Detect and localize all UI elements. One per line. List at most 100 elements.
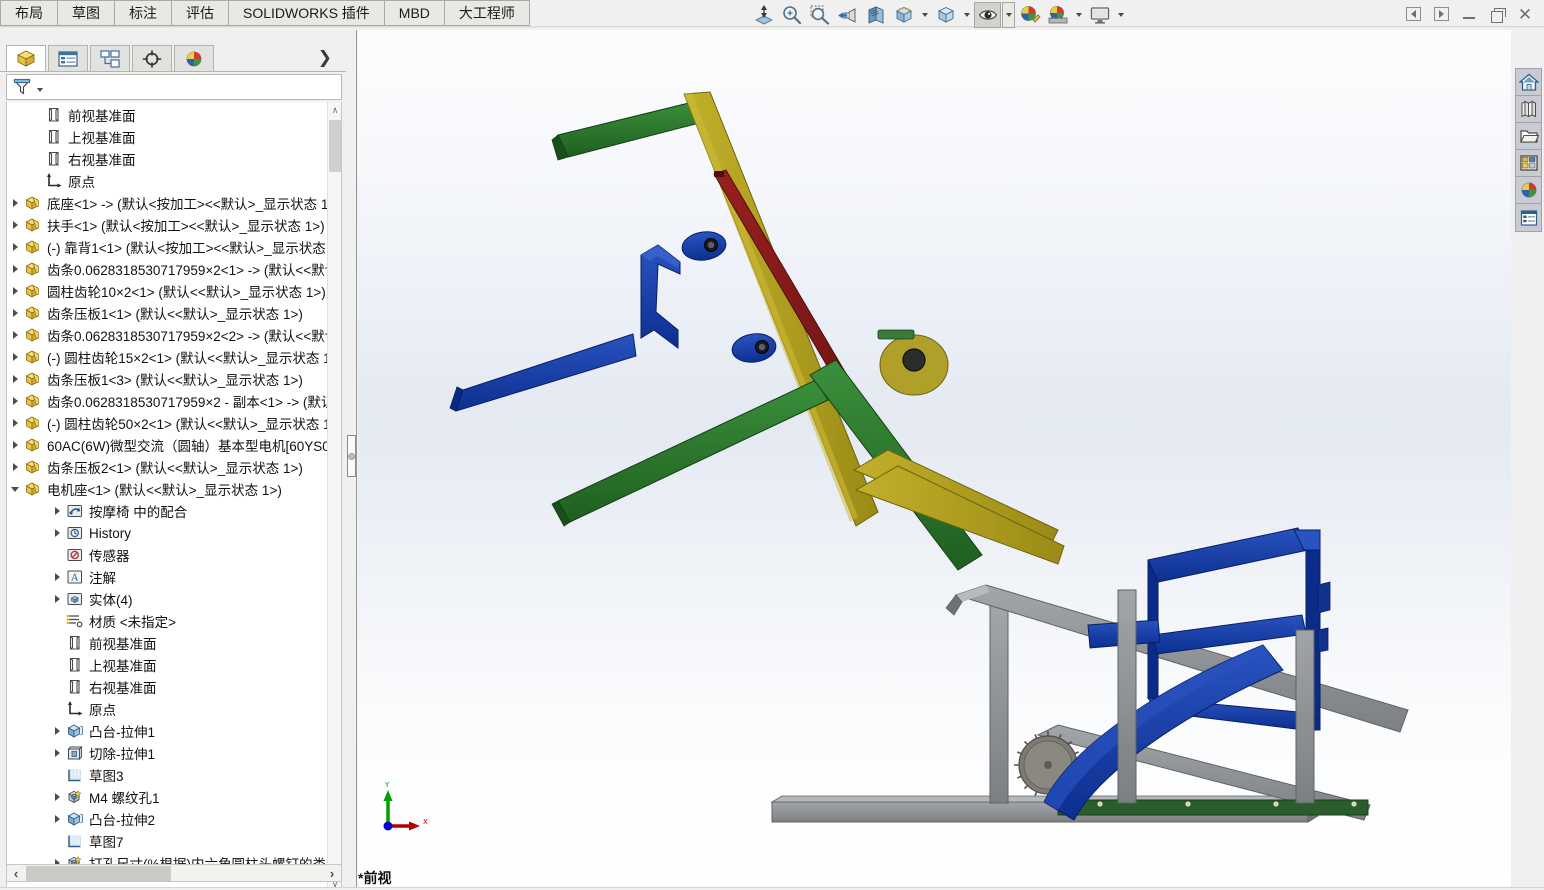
tree-item[interactable]: 草图7 [7, 830, 329, 852]
tree-scroll-up-icon[interactable]: ∧ [328, 102, 341, 118]
view-palette-icon[interactable] [1516, 150, 1541, 177]
tree-vertical-scrollbar[interactable]: ∧ ∨ [327, 102, 341, 890]
tree-scroll-left-icon[interactable]: ‹ [7, 865, 25, 881]
tree-item[interactable]: 前视基准面 [7, 104, 329, 126]
file-explorer-icon[interactable] [1516, 123, 1541, 150]
chevron-right-icon[interactable] [49, 500, 65, 522]
graphics-viewport[interactable]: Y X *前视 [358, 30, 1511, 890]
chevron-right-icon[interactable] [7, 456, 23, 478]
ribbon-tab-2[interactable]: 标注 [115, 0, 172, 26]
tree-item[interactable]: (-) 圆柱齿轮15×2<1> (默认<<默认>_显示状态 1>) [7, 346, 329, 368]
tree-vertical-scroll-thumb[interactable] [329, 120, 341, 172]
chevron-right-icon[interactable] [49, 808, 65, 830]
tree-item[interactable]: 草图3 [7, 764, 329, 786]
tree-item[interactable]: 原点 [7, 170, 329, 192]
display-style-caret-icon[interactable] [918, 2, 931, 28]
tree-item[interactable]: A 注解 [7, 566, 329, 588]
tree-item[interactable]: 齿条压板2<1> (默认<<默认>_显示状态 1>) [7, 456, 329, 478]
ribbon-tab-0[interactable]: 布局 [0, 0, 58, 26]
tree-filter-bar[interactable] [6, 74, 342, 100]
chevron-right-icon[interactable] [7, 368, 23, 390]
chevron-right-icon[interactable] [7, 302, 23, 324]
tree-item[interactable]: 齿条0.0628318530717959×2<1> -> (默认<<默认 [7, 258, 329, 280]
design-library-icon[interactable] [1516, 96, 1541, 123]
zoom-to-fit-icon[interactable] [750, 2, 777, 28]
tree-item[interactable]: 凸台-拉伸2 [7, 808, 329, 830]
tree-horizontal-scrollbar[interactable]: ‹ › [6, 864, 342, 882]
chevron-right-icon[interactable] [49, 522, 65, 544]
minimize-button[interactable] [1456, 1, 1482, 27]
chevron-right-icon[interactable] [49, 566, 65, 588]
tree-item[interactable]: 前视基准面 [7, 632, 329, 654]
tree-scroll-right-icon[interactable]: › [323, 865, 341, 881]
tree-item[interactable]: 齿条0.0628318530717959×2 - 副本<1> -> (默认< [7, 390, 329, 412]
tree-item[interactable]: 电机座<1> (默认<<默认>_显示状态 1>) [7, 478, 329, 500]
chevron-right-icon[interactable] [7, 258, 23, 280]
view-cube-caret-icon[interactable] [960, 2, 973, 28]
tree-item[interactable]: 右视基准面 [7, 676, 329, 698]
chevron-right-icon[interactable] [49, 720, 65, 742]
tree-item[interactable]: 60AC(6W)微型交流（圆轴）基本型电机[60YS06WD [7, 434, 329, 456]
chevron-right-icon[interactable] [7, 280, 23, 302]
close-button[interactable]: ✕ [1512, 1, 1538, 27]
chevron-down-icon[interactable] [7, 478, 23, 500]
property-manager-tab[interactable] [48, 45, 88, 72]
tree-item[interactable]: 材质 <未指定> [7, 610, 329, 632]
tree-item[interactable]: 圆柱齿轮10×2<1> (默认<<默认>_显示状态 1>) [7, 280, 329, 302]
tree-item[interactable]: 齿条压板1<3> (默认<<默认>_显示状态 1>) [7, 368, 329, 390]
edit-appearance-icon[interactable] [1016, 2, 1043, 28]
chevron-right-icon[interactable] [7, 434, 23, 456]
panel-expand-chevron-icon[interactable]: ❯ [318, 48, 332, 68]
zoom-to-area-icon[interactable] [778, 2, 805, 28]
nav-next-button[interactable] [1428, 1, 1454, 27]
ribbon-tab-1[interactable]: 草图 [58, 0, 115, 26]
appearances-icon[interactable] [1516, 177, 1541, 204]
home-icon[interactable] [1516, 69, 1541, 96]
tree-item[interactable]: 传感器 [7, 544, 329, 566]
chevron-right-icon[interactable] [7, 412, 23, 434]
hide-show-items-caret-icon[interactable] [1002, 2, 1015, 28]
display-manager-tab[interactable] [174, 45, 214, 72]
chevron-right-icon[interactable] [7, 346, 23, 368]
chevron-right-icon[interactable] [7, 214, 23, 236]
tree-item[interactable]: 原点 [7, 698, 329, 720]
ribbon-tab-4[interactable]: SOLIDWORKS 插件 [229, 0, 385, 26]
dimxpert-manager-tab[interactable] [132, 45, 172, 72]
tree-item[interactable]: 上视基准面 [7, 126, 329, 148]
panel-splitter[interactable] [346, 30, 357, 890]
tree-item[interactable]: 齿条0.0628318530717959×2<2> -> (默认<<默认 [7, 324, 329, 346]
tree-item[interactable]: (-) 靠背1<1> (默认<按加工><<默认>_显示状态 1> [7, 236, 329, 258]
tree-item[interactable]: 凸台-拉伸1 [7, 720, 329, 742]
tree-item[interactable]: 切除-拉伸1 [7, 742, 329, 764]
previous-view-icon[interactable] [834, 2, 861, 28]
view-settings-caret-icon[interactable] [1114, 2, 1127, 28]
ribbon-tab-3[interactable]: 评估 [172, 0, 229, 26]
chevron-right-icon[interactable] [7, 324, 23, 346]
tree-item[interactable]: 上视基准面 [7, 654, 329, 676]
tree-item[interactable]: 按摩椅 中的配合 [7, 500, 329, 522]
ribbon-tab-6[interactable]: 大工程师 [444, 0, 530, 26]
view-settings-icon[interactable] [1086, 2, 1113, 28]
chevron-right-icon[interactable] [49, 588, 65, 610]
tree-item[interactable]: History [7, 522, 329, 544]
tree-item[interactable]: 底座<1> -> (默认<按加工><<默认>_显示状态 1>) [7, 192, 329, 214]
ribbon-tab-5[interactable]: MBD [384, 0, 445, 26]
nav-prev-button[interactable] [1400, 1, 1426, 27]
tree-item[interactable]: 实体(4) [7, 588, 329, 610]
section-view-icon[interactable] [862, 2, 889, 28]
tree-item[interactable]: (-) 圆柱齿轮50×2<1> (默认<<默认>_显示状态 1>) [7, 412, 329, 434]
chevron-right-icon[interactable] [7, 390, 23, 412]
hide-show-items-icon[interactable] [974, 2, 1001, 28]
display-style-icon[interactable] [932, 2, 959, 28]
tree-item[interactable]: M4 螺纹孔1 [7, 786, 329, 808]
apply-scene-icon[interactable] [1044, 2, 1071, 28]
filter-dropdown-caret-icon[interactable] [37, 88, 43, 92]
custom-properties-icon[interactable] [1516, 204, 1541, 231]
tree-item[interactable]: 扶手<1> (默认<按加工><<默认>_显示状态 1>) [7, 214, 329, 236]
chevron-right-icon[interactable] [7, 192, 23, 214]
view-orientation-icon[interactable] [890, 2, 917, 28]
chevron-right-icon[interactable] [49, 742, 65, 764]
configuration-manager-tab[interactable] [90, 45, 130, 72]
zoom-to-selection-icon[interactable] [806, 2, 833, 28]
tree-item[interactable]: 齿条压板1<1> (默认<<默认>_显示状态 1>) [7, 302, 329, 324]
